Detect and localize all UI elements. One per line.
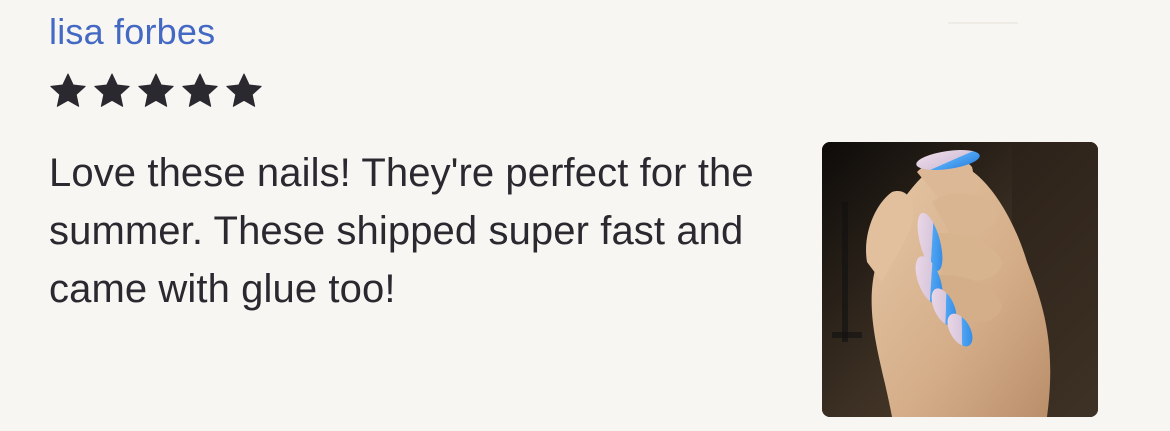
nail-photo-image — [822, 142, 1098, 417]
review-card: lisa forbes Love these nails! They're pe… — [0, 0, 1170, 431]
star-icon — [94, 73, 130, 107]
star-rating — [48, 70, 264, 114]
star-icon — [226, 73, 262, 107]
star-icon — [182, 73, 218, 107]
star-icon — [50, 73, 86, 107]
star-icon — [138, 73, 174, 107]
divider — [948, 22, 1018, 24]
review-photo[interactable] — [822, 142, 1098, 417]
reviewer-name-link[interactable]: lisa forbes — [49, 10, 215, 54]
review-text: Love these nails! They're perfect for th… — [49, 151, 754, 311]
